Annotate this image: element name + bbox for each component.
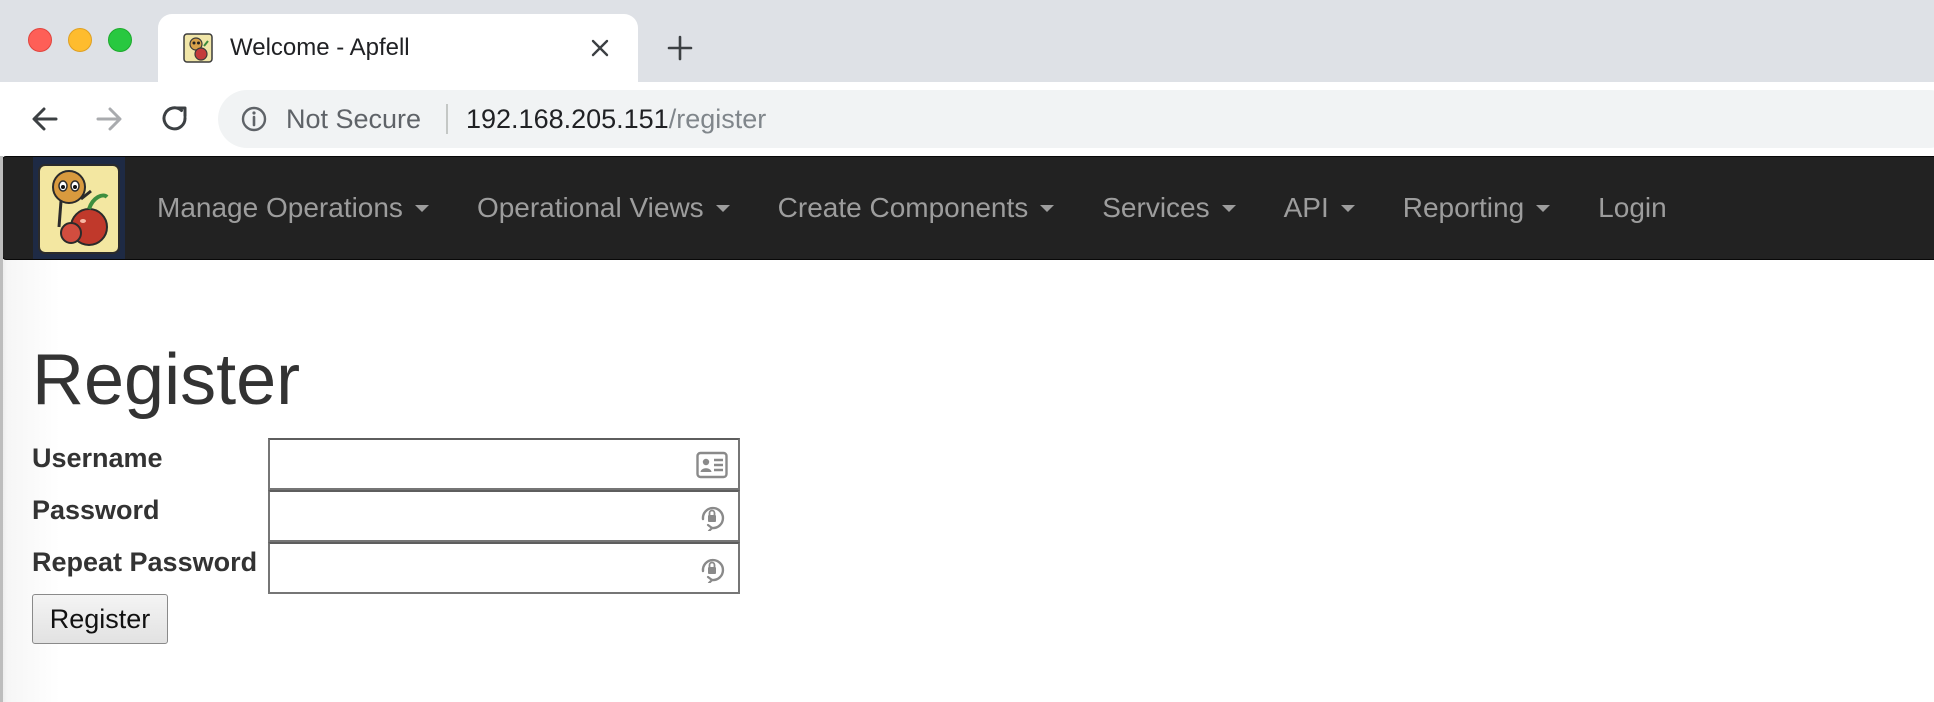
apfell-logo-icon — [33, 157, 125, 259]
address-bar[interactable]: Not Secure 192.168.205.151/register — [218, 90, 1934, 148]
password-input[interactable] — [270, 492, 738, 540]
window-edge — [0, 156, 3, 702]
nav-item-label: Manage Operations — [157, 192, 403, 223]
repeat-password-field-wrapper — [268, 542, 740, 594]
nav-api[interactable]: API — [1260, 157, 1379, 259]
caret-down-icon — [715, 204, 730, 212]
window-minimize-button[interactable] — [68, 28, 92, 52]
nav-operational-views[interactable]: Operational Views — [453, 157, 754, 259]
site-navbar: Manage Operations Operational Views Crea… — [2, 156, 1934, 260]
nav-login[interactable]: Login — [1574, 157, 1691, 259]
caret-down-icon — [1040, 204, 1055, 212]
nav-services[interactable]: Services — [1078, 157, 1259, 259]
forward-arrow-icon[interactable] — [90, 100, 128, 138]
password-field-wrapper — [268, 490, 740, 542]
apfell-logo-icon — [183, 33, 213, 63]
url-text[interactable]: 192.168.205.151/register — [466, 104, 766, 134]
browser-tab-strip: Welcome - Apfell — [0, 0, 1934, 82]
nav-menu: Manage Operations Operational Views Crea… — [153, 157, 1691, 259]
window-close-button[interactable] — [28, 28, 52, 52]
password-key-icon[interactable] — [696, 555, 728, 583]
nav-item-label: Reporting — [1402, 192, 1525, 223]
browser-toolbar: Not Secure 192.168.205.151/register — [0, 82, 1934, 156]
nav-manage-operations[interactable]: Manage Operations — [153, 157, 453, 259]
new-tab-icon[interactable] — [664, 32, 696, 64]
nav-item-label: Operational Views — [476, 192, 704, 223]
nav-reporting[interactable]: Reporting — [1379, 157, 1574, 259]
page-title: Register — [32, 340, 301, 420]
apfell-logo[interactable] — [33, 157, 125, 259]
info-icon[interactable] — [240, 105, 268, 133]
caret-down-icon — [1221, 204, 1236, 212]
username-label: Username — [32, 443, 163, 473]
repeat-password-label: Repeat Password — [32, 547, 258, 577]
repeat-password-input[interactable] — [270, 544, 738, 592]
username-field-wrapper — [268, 438, 740, 490]
nav-item-label: API — [1283, 192, 1329, 223]
caret-down-icon — [1340, 204, 1355, 212]
url-host: 192.168.205.151 — [466, 104, 669, 134]
reload-icon[interactable] — [156, 100, 194, 138]
caret-down-icon — [414, 204, 429, 212]
nav-create-components[interactable]: Create Components — [754, 157, 1079, 259]
password-key-icon[interactable] — [696, 503, 728, 531]
tab-close-icon[interactable] — [588, 36, 612, 60]
password-label: Password — [32, 495, 160, 525]
register-button[interactable]: Register — [32, 594, 168, 644]
contact-card-icon[interactable] — [696, 451, 728, 479]
nav-item-label: Create Components — [777, 192, 1029, 223]
username-input[interactable] — [270, 440, 738, 488]
caret-down-icon — [1536, 204, 1551, 212]
address-bar-divider — [446, 104, 448, 134]
security-status-label[interactable]: Not Secure — [286, 104, 421, 134]
back-arrow-icon[interactable] — [26, 100, 64, 138]
nav-item-label: Services — [1102, 192, 1210, 223]
browser-tab-active[interactable]: Welcome - Apfell — [158, 14, 638, 82]
window-zoom-button[interactable] — [108, 28, 132, 52]
url-path: /register — [668, 104, 767, 134]
nav-item-label: Login — [1598, 192, 1667, 223]
tab-title: Welcome - Apfell — [230, 34, 410, 61]
